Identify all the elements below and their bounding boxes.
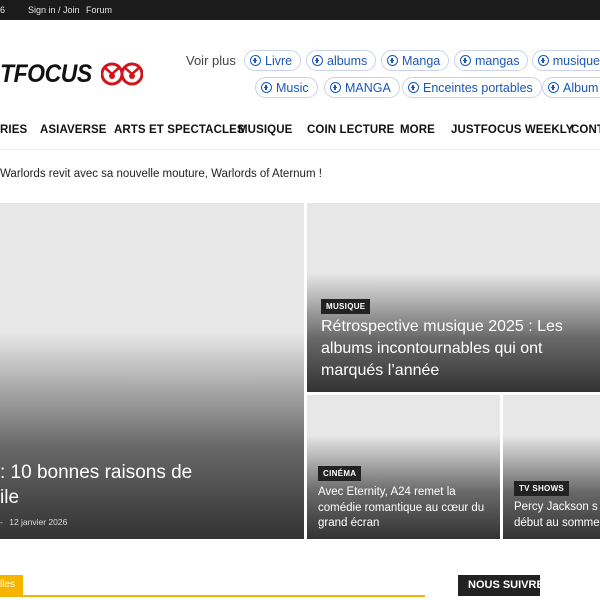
plus-circle-icon	[548, 82, 559, 93]
nav-item-musique[interactable]: MUSIQUE	[238, 124, 292, 136]
tag-manga-upper[interactable]: MANGA	[324, 77, 400, 98]
tag-manga[interactable]: Manga	[381, 50, 450, 71]
tag-label: musique	[552, 53, 600, 68]
section-tab[interactable]: lles	[0, 575, 23, 595]
plus-circle-icon	[330, 82, 341, 93]
logo-text: TFOCUS	[0, 59, 92, 88]
title-line: Avec Eternity, A24 remet la	[318, 486, 456, 498]
plus-circle-icon	[261, 82, 272, 93]
category-badge[interactable]: CINÉMA	[318, 466, 362, 481]
tag-label: Enceintes portables	[423, 80, 533, 95]
plus-circle-icon	[250, 55, 261, 66]
tag-album[interactable]: Album	[542, 77, 600, 98]
tag-mangas[interactable]: mangas	[454, 50, 529, 71]
plus-circle-icon	[387, 55, 398, 66]
category-badge[interactable]: MUSIQUE	[321, 299, 371, 314]
logo-eyes-icon	[100, 62, 143, 86]
news-ticker[interactable]: Warlords revit avec sa nouvelle mouture,…	[0, 168, 322, 180]
plus-circle-icon	[460, 55, 471, 66]
meta-separator: -	[0, 517, 3, 527]
tag-label: mangas	[475, 53, 520, 68]
nav-item-arts-et-spectacles[interactable]: ARTS ET SPECTACLES	[114, 124, 245, 136]
main-nav: RIES ASIAVERSE ARTS ET SPECTACLES MUSIQU…	[0, 112, 600, 150]
nav-item-more[interactable]: MORE	[400, 124, 435, 136]
nav-item-contact[interactable]: CONT	[571, 124, 600, 136]
top-bar: 6 Sign in / Join Forum	[0, 0, 600, 20]
title-line: : 10 bonnes raisons de	[0, 462, 193, 483]
forum-link[interactable]: Forum	[86, 5, 112, 15]
hero-main-article[interactable]: : 10 bonnes raisons de ile - 12 janvier …	[0, 203, 304, 539]
hero-article-tv-shows[interactable]: TV SHOWS Percy Jackson s début au somme	[503, 395, 600, 539]
nav-item-coin-lecture[interactable]: COIN LECTURE	[307, 124, 394, 136]
category-badge[interactable]: TV SHOWS	[514, 481, 570, 496]
title-line: début au somme	[514, 516, 600, 529]
nav-item-asiaverse[interactable]: ASIAVERSE	[40, 124, 107, 136]
voir-plus-label: Voir plus	[186, 53, 236, 68]
article-meta: - 12 janvier 2026	[0, 517, 67, 527]
plus-circle-icon	[538, 55, 549, 66]
tag-music[interactable]: Music	[255, 77, 318, 98]
nav-item-justfocus-weekly[interactable]: JUSTFOCUS WEEKLY	[451, 124, 574, 136]
title-line: Percy Jackson s	[514, 501, 598, 513]
tag-label: Album	[563, 80, 599, 95]
tag-label: albums	[327, 53, 368, 68]
article-title[interactable]: Avec Eternity, A24 remet la comédie roma…	[318, 485, 484, 532]
title-line: ile	[0, 487, 20, 508]
section-underline	[0, 595, 425, 597]
plus-circle-icon	[312, 55, 323, 66]
title-line: comédie romantique au cœur du	[318, 501, 485, 514]
title-line: albums incontournables qui ont	[321, 340, 543, 357]
article-title[interactable]: Percy Jackson s début au somme	[514, 500, 600, 531]
article-date: 12 janvier 2026	[9, 517, 68, 527]
nous-suivre-header: NOUS SUIVRE	[458, 575, 544, 596]
tag-enceintes-portables[interactable]: Enceintes portables	[402, 77, 542, 98]
title-line: grand écran	[318, 517, 380, 529]
tag-label: Manga	[402, 53, 441, 68]
title-line: marqués l’année	[321, 362, 440, 379]
tag-label: Livre	[265, 53, 293, 68]
top-bar-date: 6	[0, 5, 6, 15]
article-title[interactable]: : 10 bonnes raisons de ile	[0, 460, 192, 510]
site-logo[interactable]: TFOCUS	[0, 58, 143, 90]
hero-article-cinema[interactable]: CINÉMA Avec Eternity, A24 remet la coméd…	[307, 395, 500, 539]
tag-label: Music	[276, 80, 309, 95]
plus-circle-icon	[408, 82, 419, 93]
tag-label: MANGA	[345, 80, 391, 95]
nav-item-categories[interactable]: RIES	[0, 124, 27, 136]
title-line: Rétrospective musique 2025 : Les	[321, 318, 563, 335]
tag-albums[interactable]: albums	[306, 50, 377, 71]
sign-in-link[interactable]: Sign in / Join	[28, 5, 80, 15]
tag-livre[interactable]: Livre	[244, 50, 302, 71]
article-title[interactable]: Rétrospective musique 2025 : Les albums …	[321, 316, 563, 382]
tag-musique[interactable]: musique	[532, 50, 600, 71]
hero-article-musique[interactable]: MUSIQUE Rétrospective musique 2025 : Les…	[307, 203, 600, 392]
